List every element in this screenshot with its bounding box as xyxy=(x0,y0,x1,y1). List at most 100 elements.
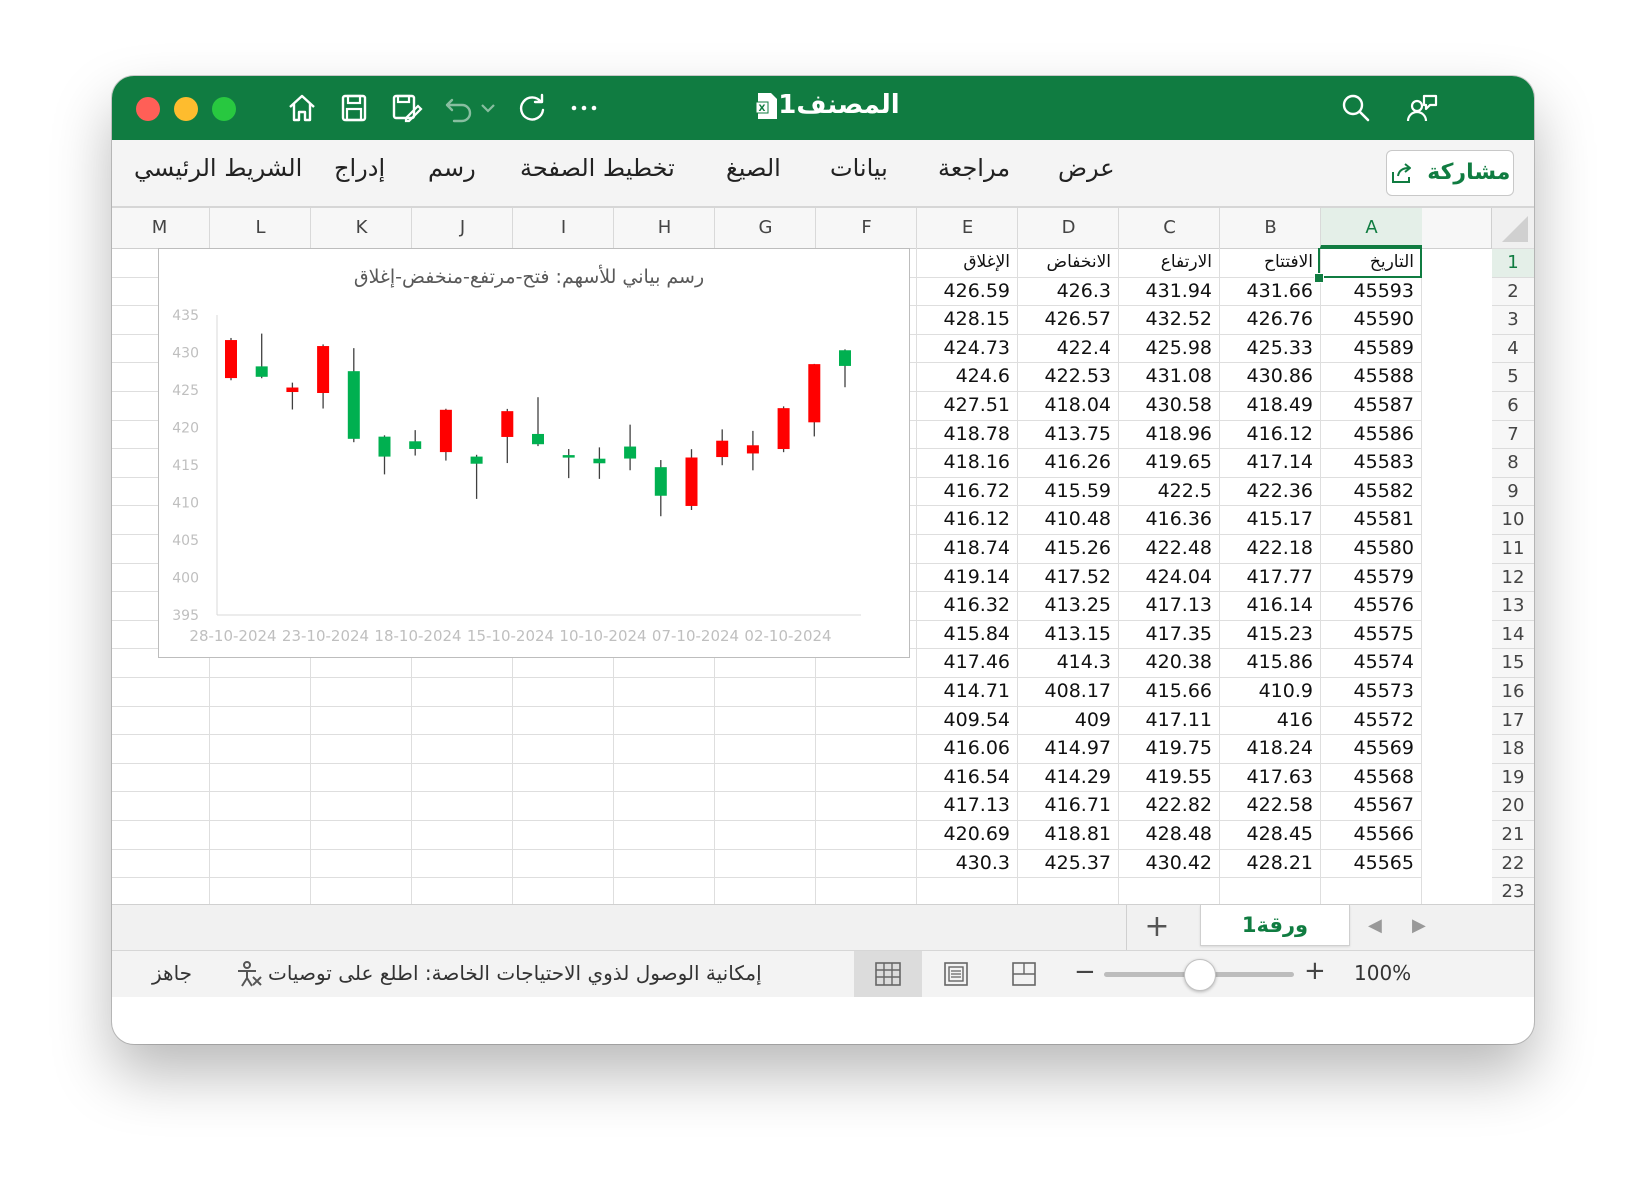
cell[interactable]: 45566 xyxy=(1320,820,1420,848)
row-header[interactable]: 14 xyxy=(1492,620,1534,649)
page-break-view-button[interactable] xyxy=(990,951,1058,997)
cell[interactable]: 424.04 xyxy=(1118,563,1218,591)
cell[interactable]: 430.86 xyxy=(1219,362,1319,390)
cell[interactable]: 422.18 xyxy=(1219,534,1319,562)
row-header[interactable]: 11 xyxy=(1492,534,1534,563)
cell[interactable]: 410.48 xyxy=(1017,505,1117,533)
sheet-tab-active[interactable]: ورقة1 xyxy=(1200,905,1350,946)
normal-view-button[interactable] xyxy=(854,951,922,997)
cell[interactable]: 416 xyxy=(1219,706,1319,734)
cell[interactable]: 428.45 xyxy=(1219,820,1319,848)
row-header[interactable]: 3 xyxy=(1492,305,1534,334)
row-header[interactable]: 12 xyxy=(1492,563,1534,592)
cell[interactable]: 45590 xyxy=(1320,305,1420,333)
cell-header-e[interactable]: الإغلاق xyxy=(916,248,1016,276)
column-header-g[interactable]: G xyxy=(714,208,816,248)
tab-data[interactable]: بيانات xyxy=(830,154,888,182)
cell[interactable]: 416.72 xyxy=(916,477,1016,505)
cell[interactable]: 430.42 xyxy=(1118,849,1218,877)
cell[interactable]: 45575 xyxy=(1320,620,1420,648)
zoom-in-button[interactable]: + xyxy=(1304,956,1326,986)
accessibility-status[interactable]: إمكانية الوصول لذوي الاحتياجات الخاصة: ا… xyxy=(268,961,762,985)
row-header[interactable]: 6 xyxy=(1492,391,1534,420)
cell[interactable]: 418.16 xyxy=(916,448,1016,476)
tab-view[interactable]: عرض xyxy=(1058,154,1115,182)
cell[interactable]: 45574 xyxy=(1320,648,1420,676)
add-sheet-button[interactable]: + xyxy=(1126,905,1187,951)
cell[interactable]: 45581 xyxy=(1320,505,1420,533)
column-header-i[interactable]: I xyxy=(512,208,614,248)
row-header[interactable]: 18 xyxy=(1492,734,1534,763)
cell[interactable]: 416.14 xyxy=(1219,591,1319,619)
column-header-c[interactable]: C xyxy=(1118,208,1220,248)
cell[interactable]: 417.52 xyxy=(1017,563,1117,591)
cell[interactable]: 431.66 xyxy=(1219,277,1319,305)
cell[interactable]: 420.69 xyxy=(916,820,1016,848)
cell[interactable]: 45572 xyxy=(1320,706,1420,734)
cell[interactable]: 414.71 xyxy=(916,677,1016,705)
cell[interactable]: 417.46 xyxy=(916,648,1016,676)
row-header[interactable]: 1 xyxy=(1492,248,1534,277)
cell[interactable]: 426.3 xyxy=(1017,277,1117,305)
cell[interactable]: 45588 xyxy=(1320,362,1420,390)
cell[interactable]: 409 xyxy=(1017,706,1117,734)
cell[interactable]: 418.81 xyxy=(1017,820,1117,848)
active-cell-selection[interactable] xyxy=(1318,248,1422,278)
collaborate-icon[interactable] xyxy=(1404,90,1440,126)
stock-chart[interactable]: رسم بياني للأسهم: فتح-مرتفع-منخفض-إغلاق 4… xyxy=(158,248,910,658)
cell[interactable]: 428.21 xyxy=(1219,849,1319,877)
row-header[interactable]: 9 xyxy=(1492,477,1534,506)
cell[interactable]: 422.36 xyxy=(1219,477,1319,505)
zoom-level[interactable]: 100% xyxy=(1354,961,1411,985)
cell-header-b[interactable]: الافتتاح xyxy=(1219,248,1319,276)
cell[interactable]: 416.12 xyxy=(1219,420,1319,448)
cell[interactable]: 417.63 xyxy=(1219,763,1319,791)
cell[interactable]: 45568 xyxy=(1320,763,1420,791)
cell[interactable]: 426.76 xyxy=(1219,305,1319,333)
cell[interactable]: 415.59 xyxy=(1017,477,1117,505)
accessibility-icon[interactable] xyxy=(234,959,264,994)
cell[interactable]: 419.75 xyxy=(1118,734,1218,762)
tab-home[interactable]: الشريط الرئيسي xyxy=(134,154,302,182)
cell[interactable]: 426.57 xyxy=(1017,305,1117,333)
cell[interactable]: 422.48 xyxy=(1118,534,1218,562)
cell[interactable]: 410.9 xyxy=(1219,677,1319,705)
worksheet-grid[interactable]: 1 2 3 4 5 6 7 8 9 10 11 12 13 14 15 16 17 18 19 20 21 22 23 الت… xyxy=(112,248,1534,904)
column-header-f[interactable]: F xyxy=(815,208,917,248)
cell[interactable]: 45589 xyxy=(1320,334,1420,362)
cell[interactable]: 418.49 xyxy=(1219,391,1319,419)
cell[interactable]: 45580 xyxy=(1320,534,1420,562)
page-layout-view-button[interactable] xyxy=(922,951,990,997)
tab-review[interactable]: مراجعة xyxy=(938,154,1010,182)
previous-sheet-icon[interactable]: ◀ xyxy=(1368,915,1382,936)
cell[interactable]: 426.59 xyxy=(916,277,1016,305)
row-header[interactable]: 13 xyxy=(1492,591,1534,620)
row-header[interactable]: 2 xyxy=(1492,277,1534,306)
row-header[interactable]: 4 xyxy=(1492,334,1534,363)
cell[interactable]: 422.53 xyxy=(1017,362,1117,390)
column-header-a[interactable]: A xyxy=(1320,208,1422,248)
column-header-m[interactable]: M xyxy=(112,208,210,248)
cell[interactable]: 430.58 xyxy=(1118,391,1218,419)
cell[interactable]: 415.84 xyxy=(916,620,1016,648)
cell[interactable]: 418.96 xyxy=(1118,420,1218,448)
column-header-h[interactable]: H xyxy=(613,208,715,248)
cell[interactable]: 422.5 xyxy=(1118,477,1218,505)
cell[interactable]: 415.23 xyxy=(1219,620,1319,648)
next-sheet-icon[interactable]: ▶ xyxy=(1412,915,1426,936)
cell[interactable]: 45582 xyxy=(1320,477,1420,505)
cell[interactable]: 416.32 xyxy=(916,591,1016,619)
zoom-out-button[interactable]: − xyxy=(1074,957,1096,987)
column-header-k[interactable]: K xyxy=(310,208,412,248)
cell[interactable]: 409.54 xyxy=(916,706,1016,734)
search-icon[interactable] xyxy=(1338,90,1374,126)
cell[interactable]: 422.58 xyxy=(1219,791,1319,819)
row-header[interactable]: 22 xyxy=(1492,849,1534,878)
cell[interactable]: 418.24 xyxy=(1219,734,1319,762)
cell[interactable]: 417.77 xyxy=(1219,563,1319,591)
cell[interactable]: 45567 xyxy=(1320,791,1420,819)
cell[interactable]: 419.14 xyxy=(916,563,1016,591)
cell-header-c[interactable]: الارتفاع xyxy=(1118,248,1218,276)
tab-formulas[interactable]: الصيغ xyxy=(726,154,781,182)
cell[interactable]: 415.86 xyxy=(1219,648,1319,676)
